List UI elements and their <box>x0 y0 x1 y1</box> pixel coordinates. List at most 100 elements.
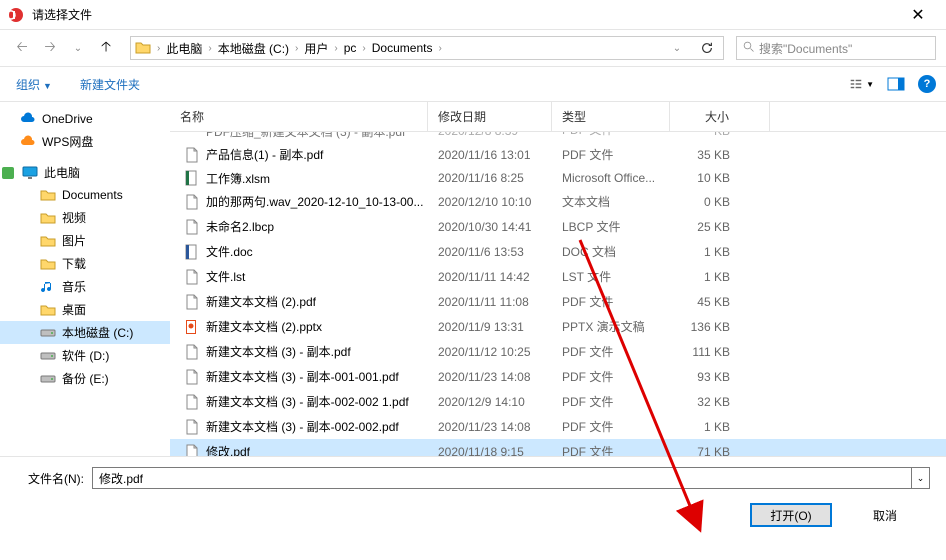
titlebar: 请选择文件 ✕ <box>0 0 946 30</box>
sidebar-label: WPS网盘 <box>42 133 93 150</box>
preview-toggle[interactable] <box>884 72 908 96</box>
file-icon <box>184 419 200 435</box>
filename-label: 文件名(N): <box>16 470 92 487</box>
file-date: 2020/11/12 10:25 <box>428 343 552 361</box>
file-icon <box>184 294 200 310</box>
cancel-button[interactable]: 取消 <box>844 503 926 527</box>
file-date: 2020/11/6 13:53 <box>428 243 552 261</box>
file-name: 新建文本文档 (2).pdf <box>206 293 316 310</box>
file-type: PDF 文件 <box>552 144 670 165</box>
column-size[interactable]: 大小 <box>670 102 770 131</box>
help-button[interactable]: ? <box>918 75 936 93</box>
sidebar-item[interactable]: 视频 <box>0 206 170 229</box>
file-icon <box>184 147 200 163</box>
breadcrumb-bar[interactable]: › 此电脑 › 本地磁盘 (C:) › 用户 › pc › Documents … <box>130 36 724 60</box>
folder-icon <box>40 302 56 318</box>
breadcrumb-item[interactable]: Documents <box>368 41 437 55</box>
sidebar-label: 此电脑 <box>44 164 80 181</box>
file-icon <box>184 194 200 210</box>
file-row[interactable]: 修改.pdf2020/11/18 9:15PDF 文件71 KB <box>170 439 946 456</box>
file-size: 10 KB <box>670 169 770 187</box>
file-row[interactable]: 新建文本文档 (2).pptx2020/11/9 13:31PPTX 演示文稿1… <box>170 314 946 339</box>
sidebar-label: 软件 (D:) <box>62 347 109 364</box>
file-row[interactable]: 新建文本文档 (2).pdf2020/11/11 11:08PDF 文件45 K… <box>170 289 946 314</box>
file-size: 111 KB <box>670 343 770 361</box>
footer: 文件名(N): ⌄ 打开(O) 取消 <box>0 456 946 537</box>
history-dropdown-icon[interactable]: ⌄ <box>665 36 689 60</box>
file-icon <box>184 244 200 260</box>
new-folder-button[interactable]: 新建文件夹 <box>74 74 146 95</box>
folder-icon <box>40 233 56 249</box>
file-row[interactable]: 工作簿.xlsm2020/11/16 8:25Microsoft Office.… <box>170 167 946 189</box>
file-row[interactable]: 新建文本文档 (3) - 副本-002-002 1.pdf 2020/12/9 1… <box>170 389 946 414</box>
window-title: 请选择文件 <box>32 6 898 23</box>
refresh-button[interactable] <box>695 36 719 60</box>
file-row[interactable]: 文件.lst2020/11/11 14:42LST 文件1 KB <box>170 264 946 289</box>
file-date: 2020/12/9 14:10 <box>428 393 552 411</box>
file-row[interactable]: 文件.doc2020/11/6 13:53DOC 文档1 KB <box>170 239 946 264</box>
file-row[interactable]: PDF压缩_新建文本文档 (3) - 副本.pdf 2020/12/8 8:39… <box>170 132 946 142</box>
file-icon <box>184 269 200 285</box>
column-name[interactable]: 名称 <box>170 102 428 131</box>
sidebar-item[interactable]: WPS网盘 <box>0 130 170 153</box>
file-type: PDF 文件 <box>552 291 670 312</box>
back-button[interactable]: 🡠 <box>10 36 34 60</box>
column-type[interactable]: 类型 <box>552 102 670 131</box>
sidebar-item[interactable]: OneDrive <box>0 108 170 130</box>
recent-dropdown[interactable]: ⌄ <box>66 36 90 60</box>
folder-icon <box>40 187 56 203</box>
sidebar-label: 音乐 <box>62 278 86 295</box>
file-name: 新建文本文档 (3) - 副本.pdf <box>206 343 351 360</box>
file-date: 2020/11/11 11:08 <box>428 293 552 311</box>
drive-icon <box>40 348 56 364</box>
filename-dropdown[interactable]: ⌄ <box>912 467 930 489</box>
file-icon <box>184 369 200 385</box>
filename-input[interactable] <box>92 467 912 489</box>
file-size: 25 KB <box>670 218 770 236</box>
file-row[interactable]: 新建文本文档 (3) - 副本.pdf2020/11/12 10:25PDF 文… <box>170 339 946 364</box>
column-date[interactable]: 修改日期 <box>428 102 552 131</box>
file-size: 32 KB <box>670 393 770 411</box>
sidebar-item[interactable]: 本地磁盘 (C:) <box>0 321 170 344</box>
close-button[interactable]: ✕ <box>898 1 938 29</box>
breadcrumb-item[interactable]: pc <box>340 41 361 55</box>
file-row[interactable]: 新建文本文档 (3) - 副本-001-001.pdf2020/11/23 14… <box>170 364 946 389</box>
view-button[interactable]: ▼ <box>850 72 874 96</box>
file-size: 35 KB <box>670 146 770 164</box>
breadcrumb-item[interactable]: 本地磁盘 (C:) <box>214 40 293 57</box>
sidebar-item[interactable]: 软件 (D:) <box>0 344 170 367</box>
breadcrumb-item[interactable]: 此电脑 <box>162 40 206 57</box>
sidebar-item[interactable]: 桌面 <box>0 298 170 321</box>
open-button[interactable]: 打开(O) <box>750 503 832 527</box>
search-icon <box>743 41 755 56</box>
music-icon <box>40 279 56 295</box>
file-name: 新建文本文档 (3) - 副本-002-002 1.pdf <box>206 393 409 410</box>
file-date: 2020/11/23 14:08 <box>428 368 552 386</box>
sidebar-item[interactable]: 图片 <box>0 229 170 252</box>
file-row[interactable]: 未命名2.lbcp2020/10/30 14:41LBCP 文件25 KB <box>170 214 946 239</box>
sidebar-item[interactable]: Documents <box>0 184 170 206</box>
file-icon <box>184 344 200 360</box>
sidebar-item[interactable]: 下载 <box>0 252 170 275</box>
search-input[interactable]: 搜索"Documents" <box>736 36 936 60</box>
sidebar-item[interactable]: 此电脑 <box>0 161 170 184</box>
toolbar: 组织▼ 新建文件夹 ▼ ? <box>0 66 946 102</box>
file-size: 136 KB <box>670 318 770 336</box>
up-button[interactable]: 🡡 <box>94 36 118 60</box>
file-row[interactable]: 加的那两句.wav_2020-12-10_10-13-00...2020/12/… <box>170 189 946 214</box>
file-size: 71 KB <box>670 443 770 457</box>
file-date: 2020/11/18 9:15 <box>428 443 552 457</box>
sidebar-label: 下载 <box>62 255 86 272</box>
chevron-right-icon: › <box>360 43 367 54</box>
sidebar-item[interactable]: 备份 (E:) <box>0 367 170 390</box>
file-icon <box>184 132 200 140</box>
file-row[interactable]: 新建文本文档 (3) - 副本-002-002.pdf2020/11/23 14… <box>170 414 946 439</box>
organize-button[interactable]: 组织▼ <box>10 74 58 95</box>
drive-icon <box>40 371 56 387</box>
file-icon <box>184 170 200 186</box>
cloud-blue-icon <box>20 111 36 127</box>
file-row[interactable]: 产品信息(1) - 副本.pdf2020/11/16 13:01PDF 文件35… <box>170 142 946 167</box>
sidebar-item[interactable]: 音乐 <box>0 275 170 298</box>
breadcrumb-item[interactable]: 用户 <box>300 40 332 57</box>
chevron-right-icon: › <box>436 43 443 54</box>
